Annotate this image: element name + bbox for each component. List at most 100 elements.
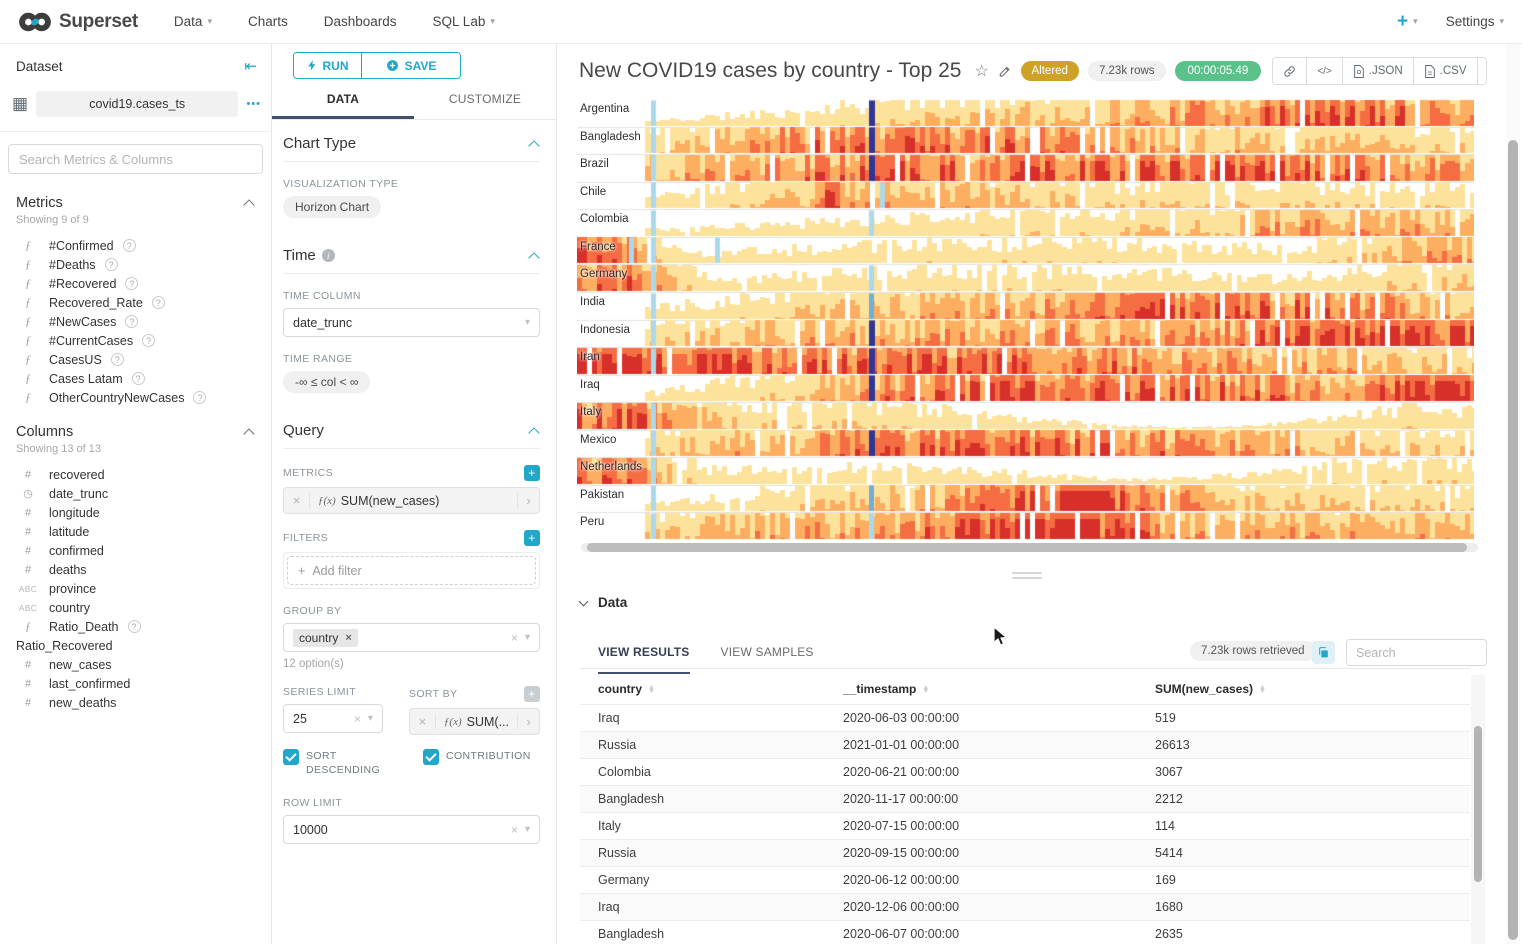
sidebar-column-item[interactable]: #last_confirmed [16, 674, 255, 693]
clear-icon[interactable]: × [511, 631, 518, 645]
sidebar-metric-item[interactable]: ƒ CasesUS ? [16, 350, 255, 369]
sidebar-column-item[interactable]: ƒRatio_Death? [16, 617, 255, 636]
export-json-button[interactable]: .JSON [1343, 58, 1414, 84]
add-metric-button[interactable]: + [524, 465, 540, 481]
settings-menu[interactable]: Settings ▾ [1446, 14, 1504, 29]
help-icon[interactable]: ? [125, 277, 138, 290]
sidebar-column-item[interactable]: #new_cases [16, 655, 255, 674]
column-header[interactable]: __timestamp▲▼ [825, 674, 1137, 705]
table-scrollbar[interactable] [1471, 675, 1485, 944]
copy-data-button[interactable] [1312, 641, 1335, 664]
help-icon[interactable]: ? [125, 315, 138, 328]
run-button[interactable]: RUN [294, 53, 362, 78]
sidebar-column-item[interactable]: Ratio_Recovered [16, 636, 255, 655]
sidebar-column-item[interactable]: #latitude [16, 522, 255, 541]
help-icon[interactable]: ? [193, 391, 206, 404]
chart-horizontal-scrollbar[interactable] [581, 543, 1478, 552]
sidebar-column-item[interactable]: ABCcountry [16, 598, 255, 617]
contribution-checkbox[interactable]: CONTRIBUTION [423, 749, 531, 777]
sidebar-column-item[interactable]: #deaths [16, 560, 255, 579]
table-row[interactable]: Iraq2020-06-03 00:00:00519 [580, 705, 1470, 732]
clear-icon[interactable]: × [354, 712, 361, 726]
collapse-metrics-icon[interactable] [245, 198, 255, 208]
sidebar-metric-item[interactable]: ƒ Recovered_Rate ? [16, 293, 255, 312]
groupby-select[interactable]: country × × ▾ [283, 623, 540, 652]
sidebar-metric-item[interactable]: ƒ Cases Latam ? [16, 369, 255, 388]
remove-tag-icon[interactable]: × [345, 632, 351, 644]
collapse-section-icon[interactable] [530, 251, 540, 261]
data-panel-toggle[interactable]: Data [580, 595, 627, 610]
add-filter-button[interactable]: + [524, 530, 540, 546]
sidebar-metric-item[interactable]: ƒ #Recovered ? [16, 274, 255, 293]
nav-dashboards[interactable]: Dashboards [324, 14, 397, 29]
table-row[interactable]: Bangladesh2020-06-07 00:00:002635 [580, 921, 1470, 944]
scrollbar-thumb[interactable] [587, 543, 1467, 552]
help-icon[interactable]: ? [132, 372, 145, 385]
sort-descending-checkbox[interactable]: SORT DESCENDING [283, 749, 393, 777]
collapse-section-icon[interactable] [530, 426, 540, 436]
table-row[interactable]: Bangladesh2020-11-17 00:00:002212 [580, 786, 1470, 813]
sidebar-column-item[interactable]: #confirmed [16, 541, 255, 560]
table-row[interactable]: Colombia2020-06-21 00:00:003067 [580, 759, 1470, 786]
tab-customize[interactable]: CUSTOMIZE [414, 92, 556, 119]
viz-type-value[interactable]: Horizon Chart [283, 196, 381, 218]
tab-view-results[interactable]: VIEW RESULTS [598, 645, 690, 674]
page-scrollbar[interactable] [1506, 44, 1520, 944]
add-sort-button[interactable]: + [524, 686, 540, 702]
row-limit-select[interactable]: 10000 × ▾ [283, 815, 540, 844]
sort-icon[interactable]: ▲▼ [922, 686, 929, 694]
table-row[interactable]: Italy2020-07-15 00:00:00114 [580, 813, 1470, 840]
scrollbar-thumb[interactable] [1508, 140, 1518, 940]
nav-charts[interactable]: Charts [248, 14, 288, 29]
results-search-input[interactable] [1346, 639, 1487, 666]
remove-sort-icon[interactable]: × [410, 714, 436, 729]
metrics-columns-search-input[interactable] [8, 144, 263, 174]
expand-sort-icon[interactable]: › [517, 714, 539, 729]
series-limit-select[interactable]: 25 × ▾ [283, 704, 383, 733]
chart-menu-button[interactable]: ≡ [1478, 58, 1488, 84]
superset-logo[interactable]: Superset [18, 11, 138, 33]
tab-view-samples[interactable]: VIEW SAMPLES [721, 645, 814, 674]
sidebar-column-item[interactable]: #new_deaths [16, 693, 255, 712]
collapse-sidebar-icon[interactable]: ⇤ [244, 57, 257, 75]
copy-link-button[interactable] [1273, 58, 1307, 84]
table-row[interactable]: Germany2020-06-12 00:00:00169 [580, 867, 1470, 894]
sidebar-column-item[interactable]: ◷date_trunc [16, 484, 255, 503]
metric-pill[interactable]: × ƒ(x) SUM(new_cases) › [283, 487, 540, 514]
collapse-columns-icon[interactable] [245, 427, 255, 437]
remove-metric-icon[interactable]: × [284, 493, 310, 508]
sort-icon[interactable]: ▲▼ [1259, 686, 1266, 694]
scrollbar-thumb[interactable] [1474, 726, 1482, 882]
nav-data[interactable]: Data▾ [174, 14, 212, 29]
sidebar-metric-item[interactable]: ƒ #Confirmed ? [16, 236, 255, 255]
horizon-chart-canvas[interactable] [577, 99, 1474, 540]
help-icon[interactable]: ? [111, 353, 124, 366]
sidebar-column-item[interactable]: #recovered [16, 465, 255, 484]
expand-metric-icon[interactable]: › [517, 493, 539, 508]
help-icon[interactable]: ? [123, 239, 136, 252]
add-filter-dropzone[interactable]: + Add filter [287, 556, 536, 585]
column-header[interactable]: SUM(new_cases)▲▼ [1137, 674, 1470, 705]
sidebar-column-item[interactable]: #longitude [16, 503, 255, 522]
embed-code-button[interactable]: </> [1307, 58, 1342, 84]
collapse-section-icon[interactable] [530, 139, 540, 149]
sidebar-metric-item[interactable]: ƒ #NewCases ? [16, 312, 255, 331]
sort-by-pill[interactable]: × ƒ(x) SUM(... › [409, 708, 540, 735]
sidebar-metric-item[interactable]: ƒ #CurrentCases ? [16, 331, 255, 350]
dataset-name[interactable]: covid19.cases_ts [36, 91, 238, 117]
table-row[interactable]: Russia2020-09-15 00:00:005414 [580, 840, 1470, 867]
help-icon[interactable]: ? [105, 258, 118, 271]
table-row[interactable]: Iraq2020-12-06 00:00:001680 [580, 894, 1470, 921]
dataset-options-icon[interactable]: ••• [246, 98, 261, 110]
export-csv-button[interactable]: .CSV [1414, 58, 1478, 84]
new-menu-button[interactable]: + ▾ [1397, 12, 1418, 31]
edit-pencil-icon[interactable] [998, 64, 1012, 79]
sidebar-metric-item[interactable]: ƒ OtherCountryNewCases ? [16, 388, 255, 407]
sort-icon[interactable]: ▲▼ [648, 686, 655, 694]
help-icon[interactable]: ? [128, 620, 141, 633]
time-range-value[interactable]: -∞ ≤ col < ∞ [283, 371, 370, 393]
nav-sql-lab[interactable]: SQL Lab▾ [433, 14, 495, 29]
panel-resize-handle[interactable] [1012, 572, 1042, 582]
sidebar-column-item[interactable]: ABCprovince [16, 579, 255, 598]
column-header[interactable]: country▲▼ [580, 674, 825, 705]
